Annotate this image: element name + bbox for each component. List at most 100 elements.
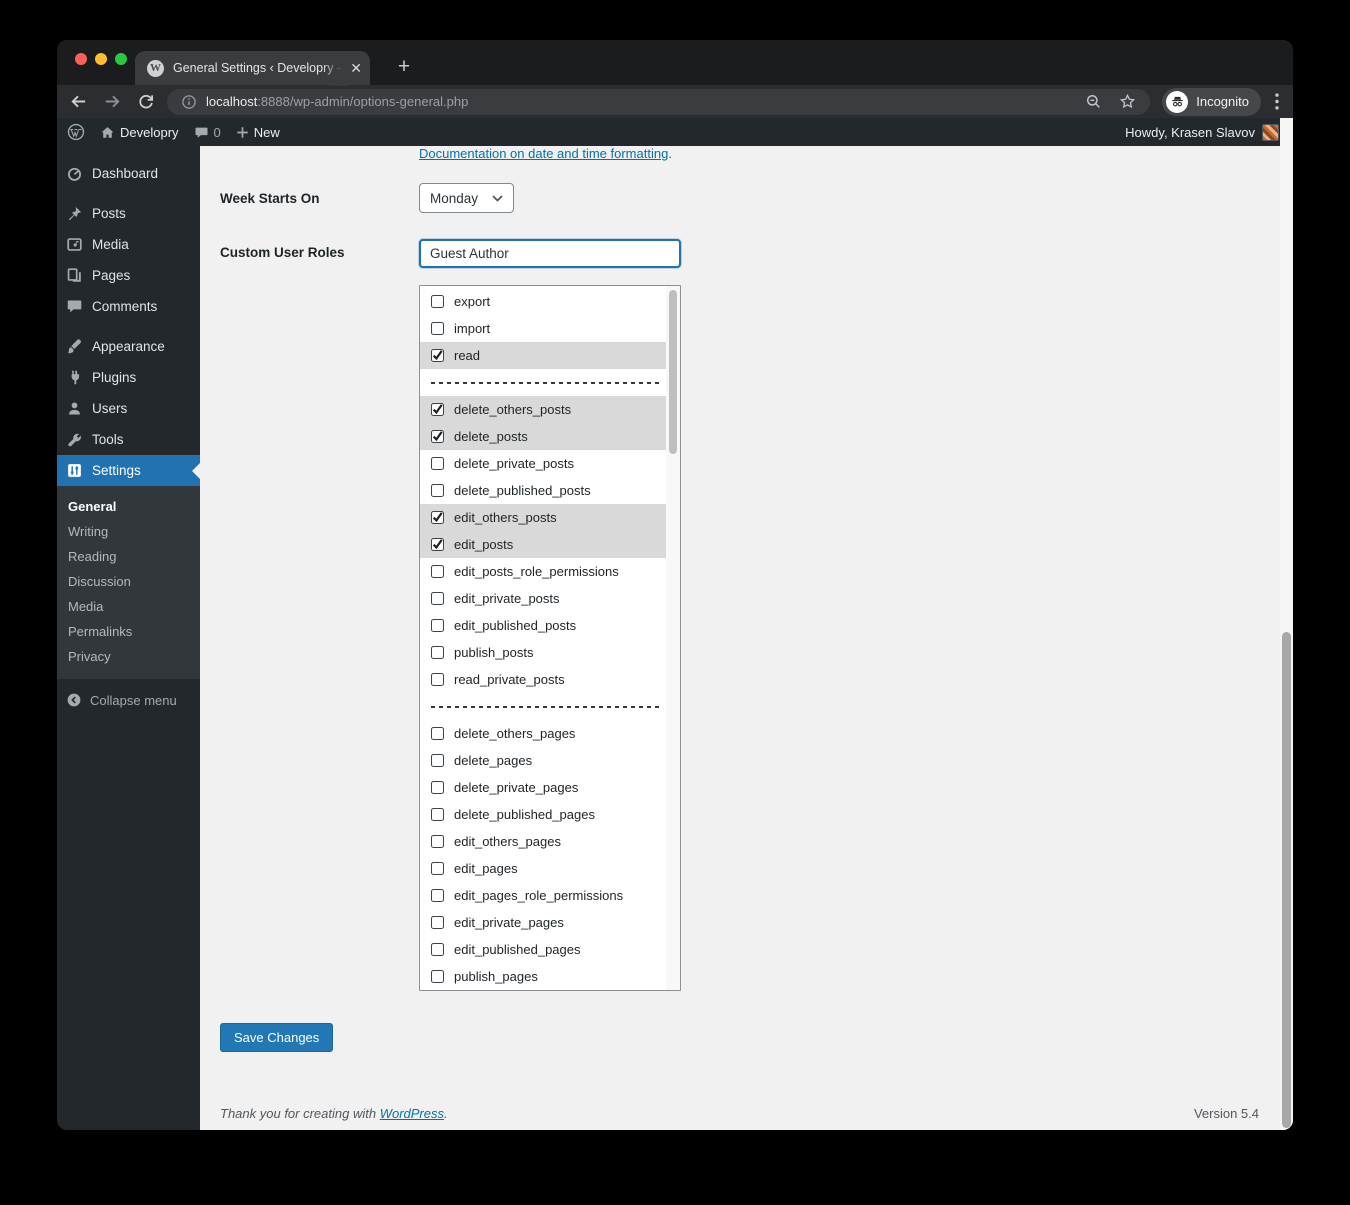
account-menu[interactable]: Howdy, Krasen Slavov xyxy=(1125,123,1279,141)
submenu-item-writing[interactable]: Writing xyxy=(57,519,200,544)
checkbox-unchecked-icon[interactable] xyxy=(431,835,444,848)
capability-row-edit_others_posts[interactable]: edit_others_posts xyxy=(420,504,666,531)
zoom-page-icon[interactable] xyxy=(1085,93,1102,110)
url-path: :8888/wp-admin/options-general.php xyxy=(257,94,469,109)
capability-row-delete_published_posts[interactable]: delete_published_posts xyxy=(420,477,666,504)
capability-label: edit_private_posts xyxy=(454,591,560,606)
sidebar-item-pages[interactable]: Pages xyxy=(57,260,200,291)
comments-menu[interactable]: 0 xyxy=(194,125,221,140)
site-name-menu[interactable]: Developry xyxy=(100,125,179,140)
capability-row-delete_private_posts[interactable]: delete_private_posts xyxy=(420,450,666,477)
capability-row-edit_published_posts[interactable]: edit_published_posts xyxy=(420,612,666,639)
capability-row-publish_pages[interactable]: publish_pages xyxy=(420,963,666,990)
checkbox-checked-icon[interactable] xyxy=(431,538,444,551)
new-content-menu[interactable]: New xyxy=(236,125,280,140)
submenu-item-reading[interactable]: Reading xyxy=(57,544,200,569)
capability-row-export[interactable]: export xyxy=(420,288,666,315)
back-icon[interactable] xyxy=(67,91,89,113)
week-starts-value: Monday xyxy=(430,190,479,206)
wp-logo-menu[interactable] xyxy=(67,123,85,141)
capability-row-edit_others_pages[interactable]: edit_others_pages xyxy=(420,828,666,855)
capability-row-edit_pages[interactable]: edit_pages xyxy=(420,855,666,882)
zoom-window-button[interactable] xyxy=(115,53,127,65)
checkbox-checked-icon[interactable] xyxy=(431,403,444,416)
capability-row-delete_others_posts[interactable]: delete_others_posts xyxy=(420,396,666,423)
sidebar-item-tools[interactable]: Tools xyxy=(57,424,200,455)
submenu-item-permalinks[interactable]: Permalinks xyxy=(57,619,200,644)
checkbox-unchecked-icon[interactable] xyxy=(431,808,444,821)
capability-row-edit_private_pages[interactable]: edit_private_pages xyxy=(420,909,666,936)
collapse-menu-button[interactable]: Collapse menu xyxy=(57,692,200,708)
close-window-button[interactable] xyxy=(75,53,87,65)
capabilities-listbox[interactable]: export import read delete_others_posts delet… xyxy=(419,285,681,991)
capability-row-edit_posts_role_permissions[interactable]: edit_posts_role_permissions xyxy=(420,558,666,585)
capability-row-publish_posts[interactable]: publish_posts xyxy=(420,639,666,666)
capability-row-edit_pages_role_permissions[interactable]: edit_pages_role_permissions xyxy=(420,882,666,909)
capability-row-read_private_posts[interactable]: read_private_posts xyxy=(420,666,666,693)
submenu-item-media[interactable]: Media xyxy=(57,594,200,619)
listbox-scrollbar-thumb[interactable] xyxy=(669,290,677,454)
wordpress-link[interactable]: WordPress xyxy=(380,1106,444,1121)
checkbox-checked-icon[interactable] xyxy=(431,430,444,443)
listbox-scrollbar[interactable] xyxy=(666,286,680,990)
sidebar-item-media[interactable]: Media xyxy=(57,229,200,260)
tab-close-icon[interactable]: ✕ xyxy=(350,60,362,77)
sidebar-item-posts[interactable]: Posts xyxy=(57,198,200,229)
save-changes-button[interactable]: Save Changes xyxy=(220,1023,334,1052)
checkbox-unchecked-icon[interactable] xyxy=(431,916,444,929)
forward-icon[interactable] xyxy=(101,91,123,113)
submenu-item-general[interactable]: General xyxy=(57,494,200,519)
reload-icon[interactable] xyxy=(135,91,157,113)
page-scrollbar-thumb[interactable] xyxy=(1282,632,1291,1128)
capability-row-edit_posts[interactable]: edit_posts xyxy=(420,531,666,558)
checkbox-unchecked-icon[interactable] xyxy=(431,592,444,605)
checkbox-unchecked-icon[interactable] xyxy=(431,646,444,659)
capability-row-edit_published_pages[interactable]: edit_published_pages xyxy=(420,936,666,963)
checkbox-unchecked-icon[interactable] xyxy=(431,295,444,308)
new-tab-button[interactable]: + xyxy=(389,52,419,82)
capability-row-delete_others_pages[interactable]: delete_others_pages xyxy=(420,720,666,747)
sidebar-item-comments[interactable]: Comments xyxy=(57,291,200,322)
sidebar-item-dashboard[interactable]: Dashboard xyxy=(57,158,200,189)
checkbox-checked-icon[interactable] xyxy=(431,349,444,362)
capability-label: edit_others_pages xyxy=(454,834,561,849)
submenu-item-discussion[interactable]: Discussion xyxy=(57,569,200,594)
checkbox-unchecked-icon[interactable] xyxy=(431,565,444,578)
checkbox-unchecked-icon[interactable] xyxy=(431,727,444,740)
checkbox-unchecked-icon[interactable] xyxy=(431,862,444,875)
checkbox-unchecked-icon[interactable] xyxy=(431,754,444,767)
documentation-link[interactable]: Documentation on date and time formattin… xyxy=(419,146,668,161)
checkbox-unchecked-icon[interactable] xyxy=(431,322,444,335)
submenu-item-privacy[interactable]: Privacy xyxy=(57,644,200,669)
checkbox-unchecked-icon[interactable] xyxy=(431,457,444,470)
sidebar-item-users[interactable]: Users xyxy=(57,393,200,424)
capability-row-read[interactable]: read xyxy=(420,342,666,369)
custom-user-roles-input[interactable] xyxy=(419,239,681,268)
checkbox-unchecked-icon[interactable] xyxy=(431,889,444,902)
page-info-icon[interactable] xyxy=(181,94,197,110)
capability-row-delete_published_pages[interactable]: delete_published_pages xyxy=(420,801,666,828)
checkbox-checked-icon[interactable] xyxy=(431,511,444,524)
checkbox-unchecked-icon[interactable] xyxy=(431,619,444,632)
week-starts-label: Week Starts On xyxy=(220,191,320,206)
capability-row-edit_private_posts[interactable]: edit_private_posts xyxy=(420,585,666,612)
capability-row-delete_posts[interactable]: delete_posts xyxy=(420,423,666,450)
capability-row-delete_pages[interactable]: delete_pages xyxy=(420,747,666,774)
page-scrollbar[interactable] xyxy=(1280,118,1293,1130)
sidebar-item-appearance[interactable]: Appearance xyxy=(57,331,200,362)
sidebar-item-settings[interactable]: Settings xyxy=(57,455,200,486)
browser-tab[interactable]: W General Settings ‹ Developry — W ✕ xyxy=(135,51,370,86)
browser-menu-icon[interactable] xyxy=(1275,93,1279,110)
checkbox-unchecked-icon[interactable] xyxy=(431,781,444,794)
checkbox-unchecked-icon[interactable] xyxy=(431,970,444,983)
url-bar[interactable]: localhost:8888/wp-admin/options-general.… xyxy=(167,88,1151,115)
checkbox-unchecked-icon[interactable] xyxy=(431,943,444,956)
checkbox-unchecked-icon[interactable] xyxy=(431,484,444,497)
checkbox-unchecked-icon[interactable] xyxy=(431,673,444,686)
minimize-window-button[interactable] xyxy=(95,53,107,65)
sidebar-item-plugins[interactable]: Plugins xyxy=(57,362,200,393)
week-starts-select[interactable]: Monday xyxy=(419,183,514,213)
capability-row-delete_private_pages[interactable]: delete_private_pages xyxy=(420,774,666,801)
capability-row-import[interactable]: import xyxy=(420,315,666,342)
bookmark-star-icon[interactable] xyxy=(1119,93,1136,110)
